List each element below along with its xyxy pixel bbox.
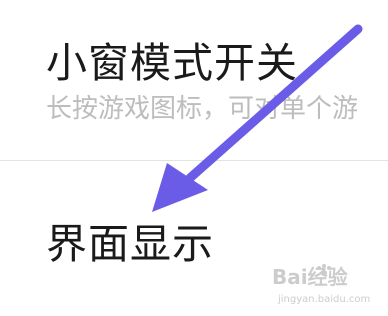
setting-item-subtitle: 长按游戏图标，可对单个游 xyxy=(46,94,359,124)
watermark-brand: Bai经验 xyxy=(272,264,348,289)
setting-item-title: 界面显示 xyxy=(46,220,214,268)
watermark-url: jingyan.baidu.com xyxy=(278,294,371,305)
watermark: Bai经验 jingyan.baidu.com xyxy=(272,262,382,308)
svg-text:Bai经验: Bai经验 xyxy=(272,265,348,289)
setting-item-title: 小窗模式开关 xyxy=(46,39,298,87)
settings-screen: 小窗模式开关 长按游戏图标，可对单个游 界面显示 Bai经验 jingyan.b… xyxy=(0,0,388,316)
setting-item-small-window-toggle[interactable]: 小窗模式开关 长按游戏图标，可对单个游 xyxy=(0,0,388,160)
